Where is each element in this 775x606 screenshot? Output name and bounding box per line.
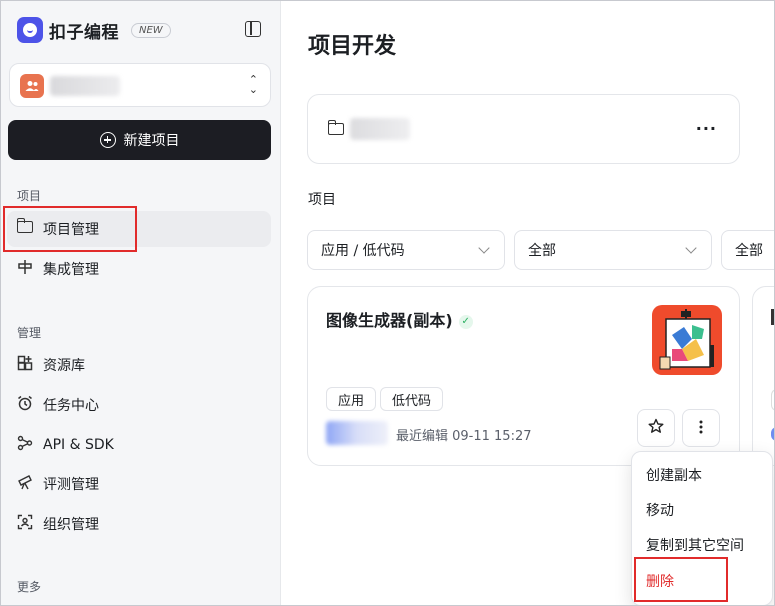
sidebar-item-api-sdk[interactable]: API & SDK [7,427,271,463]
sidebar-collapse-icon[interactable] [245,21,261,37]
project-title: 图像生成器(副本) ✓ [326,307,473,331]
brand-logo-icon [17,17,43,43]
menu-item-duplicate[interactable]: 创建副本 [646,465,702,485]
tag-app: 应用 [326,387,377,411]
sidebar: 扣子编程 NEW ⌃ ⌄ 新建项目 项目 项目管理 集成管理 管理 资源库 任务… [1,1,281,605]
section-label-more: 更多 [17,580,42,594]
sidebar-item-label: 组织管理 [43,517,99,533]
highlight-box [3,206,137,252]
sidebar-item-label: 评测管理 [43,477,99,493]
workspace-name-redacted [50,76,120,96]
sidebar-item-organization[interactable]: 组织管理 [7,506,271,542]
verified-check-icon: ✓ [458,315,473,329]
section-label-projects: 项目 [17,189,42,203]
filter-owner-select[interactable]: 全部 [721,230,774,270]
sidebar-item-resources[interactable]: 资源库 [7,347,271,383]
new-badge: NEW [131,22,171,38]
project-card-partial[interactable] [752,286,774,466]
brand[interactable]: 扣子编程 NEW [17,17,171,43]
menu-item-move[interactable]: 移动 [646,500,674,520]
section-title: 项目 [308,192,336,208]
nodes-icon [17,435,33,455]
sidebar-item-label: API & SDK [43,437,114,453]
sidebar-item-integration[interactable]: 集成管理 [7,251,271,287]
plus-circle-icon [99,132,116,148]
folder-name-redacted [350,118,410,140]
project-card[interactable]: 图像生成器(副本) ✓ 应用 低代码 最近编辑 09-11 15:27 [307,286,740,466]
partial-title [771,309,774,325]
filter-status-select[interactable]: 全部 [514,230,712,270]
scan-user-icon [17,514,33,534]
main-content: 项目开发 ··· 项目 应用 / 低代码 全部 全部 图像生成器(副本) ✓ 应… [282,1,774,605]
highlight-box [634,557,728,602]
sidebar-item-label: 任务中心 [43,398,99,414]
telescope-icon [17,474,33,494]
filter-value: 全部 [735,243,763,259]
editor-redacted [326,421,388,445]
sidebar-item-label: 集成管理 [43,262,99,278]
grid-plus-icon [17,355,33,375]
chevron-down-icon [478,242,490,254]
more-vertical-icon [699,419,703,438]
filter-type-select[interactable]: 应用 / 低代码 [307,230,505,270]
folder-icon [327,120,344,135]
star-icon [648,418,664,438]
filter-value: 全部 [528,243,556,259]
sidebar-item-label: 资源库 [43,358,85,374]
new-project-button[interactable]: 新建项目 [8,120,271,160]
team-avatar-icon [20,74,44,98]
chevron-updown-icon: ⌃ ⌄ [248,73,258,96]
app-window: 扣子编程 NEW ⌃ ⌄ 新建项目 项目 项目管理 集成管理 管理 资源库 任务… [0,0,775,606]
folder-card[interactable]: ··· [307,94,740,164]
project-thumbnail [652,305,722,375]
edit-time: 最近编辑 09-11 15:27 [396,429,532,444]
tag-lowcode: 低代码 [380,387,444,411]
workspace-switcher[interactable]: ⌃ ⌄ [9,63,271,107]
partial-editor [771,427,774,441]
new-project-label: 新建项目 [123,133,180,149]
chevron-down-icon [685,242,697,254]
brand-name: 扣子编程 [49,22,119,43]
project-title-text: 图像生成器(副本) [326,311,453,330]
alarm-clock-icon [17,395,33,415]
more-icon[interactable]: ··· [696,119,717,138]
page-title: 项目开发 [308,34,397,59]
favorite-button[interactable] [637,409,675,447]
sidebar-item-tasks[interactable]: 任务中心 [7,387,271,423]
filter-value: 应用 / 低代码 [321,243,405,259]
menu-item-copy-to-space[interactable]: 复制到其它空间 [646,535,744,555]
partial-tag [771,389,774,411]
more-options-button[interactable] [682,409,720,447]
section-label-manage: 管理 [17,326,42,340]
integration-icon [17,259,33,279]
sidebar-item-evaluation[interactable]: 评测管理 [7,466,271,502]
